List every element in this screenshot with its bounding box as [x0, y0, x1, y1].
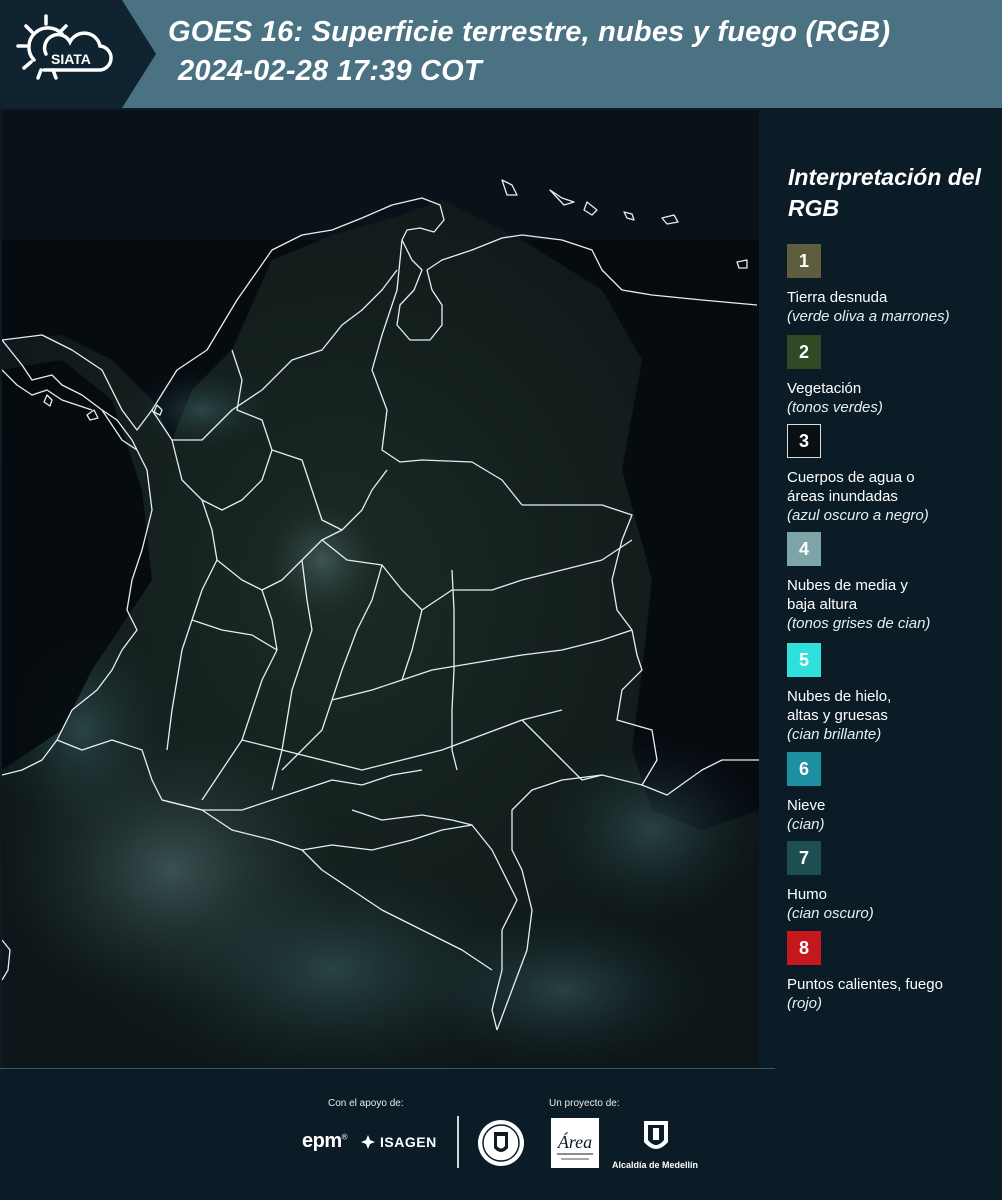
- legend-item-fire: 8 Puntos calientes, fuego (rojo): [787, 931, 997, 1013]
- legend-item-vegetation: 2 Vegetación (tonos verdes): [787, 335, 997, 417]
- page-title: GOES 16: Superficie terrestre, nubes y f…: [168, 16, 891, 48]
- legend-swatch: 6: [787, 752, 821, 786]
- legend-item-label: Cuerpos de agua o áreas inundadas: [787, 469, 915, 505]
- area-metropolitana-text: Área: [557, 1131, 592, 1152]
- legend-swatch: 7: [787, 841, 821, 875]
- support-label: Con el apoyo de:: [328, 1098, 404, 1109]
- legend-item-label: Tierra desnuda: [787, 289, 888, 306]
- header: SIATA GOES 16: Superficie terrestre, nub…: [0, 0, 1002, 108]
- legend-swatch: 1: [787, 244, 821, 278]
- legend-item-bare-soil: 1 Tierra desnuda (verde oliva a marrones…: [787, 244, 997, 326]
- legend-item-sub: (cian brillante): [787, 726, 882, 743]
- legend-title: Interpretación del RGB: [788, 164, 981, 221]
- legend-item-sub: (cian): [787, 816, 825, 833]
- alcaldia-shield-icon: [644, 1121, 668, 1149]
- legend-item-label: Nieve: [787, 797, 826, 814]
- legend-swatch: 2: [787, 335, 821, 369]
- legend-swatch: 5: [787, 643, 821, 677]
- legend-swatch: 8: [787, 931, 821, 965]
- footer-divider: [0, 1068, 775, 1069]
- footer-separator: [457, 1116, 459, 1168]
- isagen-logo: ISAGEN: [360, 1134, 437, 1150]
- legend-item-label: Humo: [787, 886, 828, 903]
- legend-item-sub: (tonos verdes): [787, 399, 883, 416]
- project-label: Un proyecto de:: [549, 1098, 620, 1109]
- legend-item-sub: (cian oscuro): [787, 905, 874, 922]
- legend-item-sub: (verde oliva a marrones): [787, 308, 950, 325]
- legend-item-water: 3 Cuerpos de agua o áreas inundadas (azu…: [787, 424, 997, 525]
- timestamp: 2024-02-28 17:39 COT: [178, 55, 482, 87]
- legend-swatch: 4: [787, 532, 821, 566]
- legend-item-sub: (azul oscuro a negro): [787, 507, 929, 524]
- isagen-icon: [361, 1135, 375, 1149]
- legend-item-low-clouds: 4 Nubes de media y baja altura (tonos gr…: [787, 532, 997, 633]
- legend-swatch: 3: [787, 424, 821, 458]
- siata-logo-text: SIATA: [51, 51, 91, 67]
- epm-logo-text: epm: [302, 1130, 342, 1152]
- map-canvas: [2, 110, 759, 1070]
- legend-item-snow: 6 Nieve (cian): [787, 752, 997, 834]
- legend-item-sub: (rojo): [787, 995, 823, 1012]
- legend-item-sub: (tonos grises de cian): [787, 615, 931, 632]
- legend-item-label: Puntos calientes, fuego: [787, 976, 943, 993]
- legend-panel: Interpretación del RGB 1 Tierra desnuda …: [760, 110, 1002, 1068]
- satellite-map: [2, 110, 759, 1070]
- epm-logo: epm®: [302, 1130, 348, 1152]
- area-metropolitana-logo: Área: [551, 1118, 599, 1168]
- footer: Con el apoyo de: Un proyecto de: epm® IS…: [0, 1070, 1002, 1200]
- alcaldia-label: Alcaldía de Medellín: [612, 1160, 699, 1170]
- legend-item-label: Vegetación: [787, 380, 862, 397]
- siata-logo: SIATA: [14, 12, 126, 96]
- legend-item-label: Nubes de hielo, altas y gruesas: [787, 688, 892, 724]
- isagen-logo-text: ISAGEN: [380, 1134, 437, 1150]
- legend-item-smoke: 7 Humo (cian oscuro): [787, 841, 997, 923]
- sun-cloud-icon: SIATA: [16, 14, 113, 80]
- legend-item-label: Nubes de media y baja altura: [787, 577, 908, 613]
- medellin-seal-icon: [478, 1120, 524, 1166]
- legend-item-ice-clouds: 5 Nubes de hielo, altas y gruesas (cian …: [787, 643, 997, 744]
